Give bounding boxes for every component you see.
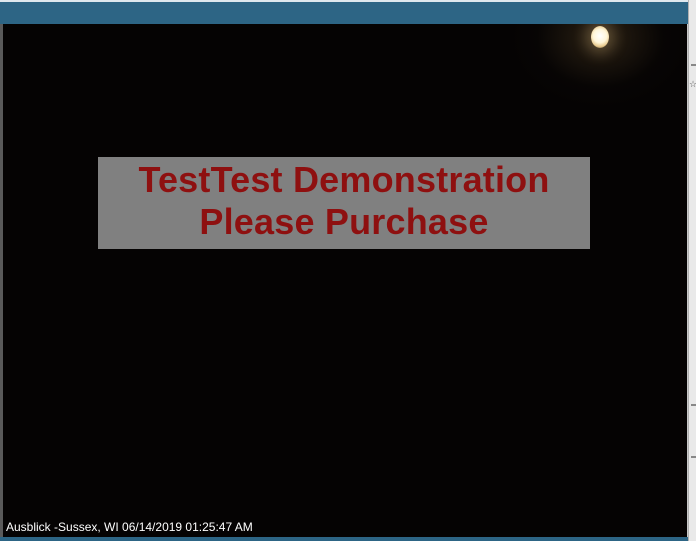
- window-title-bar: [0, 0, 688, 24]
- window-bottom-bar: [0, 537, 688, 541]
- demo-watermark-line2: Please Purchase: [199, 201, 489, 242]
- scroll-nub: [691, 456, 696, 458]
- webcam-window: TestTest Demonstration Please Purchase A…: [0, 0, 696, 541]
- timestamp-caption: Ausblick -Sussex, WI 06/14/2019 01:25:47…: [6, 520, 253, 534]
- demo-watermark-line1: TestTest Demonstration: [138, 159, 550, 200]
- star-icon[interactable]: ☆: [689, 80, 696, 90]
- moon-icon: [591, 26, 609, 48]
- scroll-nub: [691, 404, 696, 406]
- scroll-nub: [691, 64, 696, 66]
- demo-watermark-banner: TestTest Demonstration Please Purchase: [98, 157, 590, 249]
- webcam-image: TestTest Demonstration Please Purchase A…: [3, 24, 687, 538]
